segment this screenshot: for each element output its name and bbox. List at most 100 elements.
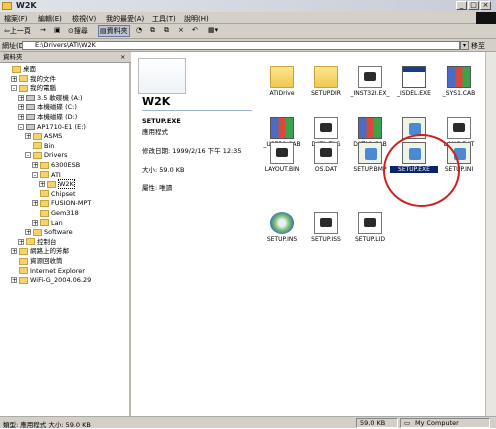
views-button[interactable]: ▦▾: [208, 26, 218, 34]
tree-item[interactable]: 本機磁碟 (D:): [26, 113, 77, 121]
history-button[interactable]: ◔: [136, 26, 142, 34]
file-item[interactable]: _ISDEL.EXE: [390, 66, 438, 97]
tree-item[interactable]: Bin: [33, 142, 54, 150]
copy-to-button[interactable]: ⧉: [164, 26, 169, 35]
tree-item[interactable]: 6300ESB: [40, 161, 80, 169]
tree-item[interactable]: 我的文件: [19, 75, 56, 83]
folder-icon: [26, 238, 35, 246]
doc-icon: [270, 142, 294, 164]
tree-item-label: 桌面: [23, 65, 36, 73]
tree-item[interactable]: Software: [33, 228, 73, 236]
tree-expander[interactable]: +: [18, 94, 24, 101]
tree-expander[interactable]: +: [39, 181, 45, 188]
tree-item[interactable]: Chipset: [40, 190, 76, 198]
file-name: _INST32I.EX_: [350, 90, 390, 97]
tree-item[interactable]: Drivers: [33, 151, 67, 159]
tree-expander[interactable]: -: [32, 171, 38, 178]
undo-button[interactable]: ↶: [192, 26, 198, 34]
file-name: SETUP.INS: [266, 236, 298, 243]
folder-pane-close-button[interactable]: ×: [120, 53, 125, 61]
maximize-button[interactable]: □: [468, 1, 479, 10]
tree-expander[interactable]: +: [11, 75, 17, 82]
minimize-button[interactable]: _: [456, 1, 467, 10]
tree-item[interactable]: 桌面: [12, 65, 36, 73]
menu-help[interactable]: 說明(H): [184, 14, 209, 24]
address-dropdown-button[interactable]: ▾: [460, 41, 469, 50]
file-item[interactable]: SETUP.INS: [258, 212, 306, 243]
tree-expander[interactable]: +: [18, 238, 24, 245]
cab-icon: [358, 117, 382, 139]
title-bar: W2K _ □ ×: [0, 0, 496, 12]
tree-expander[interactable]: -: [18, 123, 24, 130]
back-button[interactable]: ⇦上一頁: [4, 26, 31, 36]
address-value: E:\Drivers\ATI\W2K: [35, 41, 96, 49]
close-button[interactable]: ×: [480, 1, 491, 10]
search-button[interactable]: ⊙搜尋: [68, 26, 88, 36]
tree-expander[interactable]: +: [18, 114, 24, 121]
tree-expander[interactable]: -: [11, 85, 17, 92]
tree-item[interactable]: 控制台: [26, 238, 57, 246]
file-item[interactable]: ATIDrive: [258, 66, 306, 97]
status-size: 59.0 KB: [360, 419, 386, 427]
tree-item-label: 控制台: [37, 237, 57, 246]
tree-item-label: Chipset: [51, 189, 76, 198]
doc-icon: [447, 117, 471, 139]
tree-item[interactable]: ATI: [40, 171, 61, 179]
tree-expander[interactable]: +: [32, 162, 38, 169]
vertical-scrollbar[interactable]: [485, 52, 496, 416]
file-name: _ISDEL.EXE: [397, 90, 431, 97]
tree-item[interactable]: FUSION-MPT: [40, 199, 91, 207]
file-item[interactable]: SETUP.ISS: [302, 212, 350, 243]
file-item[interactable]: _INST32I.EX_: [346, 66, 394, 97]
tree-item-label: WiFi-G_2004.06.29: [30, 276, 92, 285]
tree-item[interactable]: Lan: [40, 219, 63, 227]
menu-edit[interactable]: 編輯(E): [38, 14, 62, 24]
file-item[interactable]: SETUP.LID: [346, 212, 394, 243]
tree-expander[interactable]: +: [25, 229, 31, 236]
address-input[interactable]: E:\Drivers\ATI\W2K: [22, 41, 460, 50]
tree-expander[interactable]: +: [18, 104, 24, 111]
tree-item[interactable]: Internet Explorer: [19, 267, 85, 275]
menu-view[interactable]: 檢視(V): [72, 14, 96, 24]
tree-item[interactable]: W2K: [47, 179, 75, 190]
tree-item[interactable]: 我的電腦: [19, 84, 56, 92]
file-item[interactable]: LAYOUT.BIN: [258, 142, 306, 173]
menu-file[interactable]: 檔案(F): [4, 14, 28, 24]
folder-icon: [26, 123, 35, 130]
folders-button[interactable]: ▤資料夾: [98, 25, 130, 37]
folder-icon: [47, 180, 56, 188]
tree-item[interactable]: 網路上的芳鄰: [19, 247, 69, 255]
menu-tools[interactable]: 工具(T): [152, 14, 176, 24]
folder-pane-title: 資料夾: [3, 53, 23, 61]
tree-item[interactable]: AP1710-E1 (E:): [26, 123, 86, 131]
tree-item-label: Bin: [44, 141, 55, 150]
tree-item[interactable]: 資源回收筒: [19, 257, 63, 265]
tree-expander[interactable]: +: [32, 219, 38, 226]
file-item[interactable]: _SYS1.CAB: [435, 66, 483, 97]
folder-icon: [33, 132, 42, 140]
tree-item-label: 我的電腦: [30, 84, 56, 93]
file-item[interactable]: SETUPDIR: [302, 66, 350, 97]
go-button[interactable]: 移至: [471, 41, 485, 51]
tree-item[interactable]: WiFi-G_2004.06.29: [19, 276, 91, 284]
tree-item[interactable]: 本機磁碟 (C:): [26, 103, 77, 111]
tree-expander[interactable]: -: [25, 152, 31, 159]
folder-icon: [40, 199, 49, 207]
delete-button[interactable]: ×: [178, 26, 184, 34]
tree-expander[interactable]: +: [25, 133, 31, 140]
file-name: SETUP.LID: [355, 236, 385, 243]
file-item[interactable]: OS.DAT: [302, 142, 350, 173]
tree-expander[interactable]: +: [11, 248, 17, 255]
address-bar: 網址(D) E:\Drivers\ATI\W2K ▾ 移至: [0, 39, 496, 52]
menu-favorites[interactable]: 我的最愛(A): [106, 14, 144, 24]
forward-button[interactable]: →: [40, 26, 46, 34]
views-icon: ▦▾: [208, 26, 219, 34]
folder-icon: [33, 151, 42, 159]
tree-expander[interactable]: +: [11, 277, 17, 284]
tree-item[interactable]: Gem318: [40, 209, 79, 217]
tree-item[interactable]: 3.5 軟碟機 (A:): [26, 94, 83, 102]
tree-expander[interactable]: +: [32, 200, 38, 207]
move-to-button[interactable]: ⧉: [150, 26, 155, 35]
tree-item[interactable]: ASMS: [33, 132, 62, 140]
up-button[interactable]: ▣: [54, 26, 61, 34]
